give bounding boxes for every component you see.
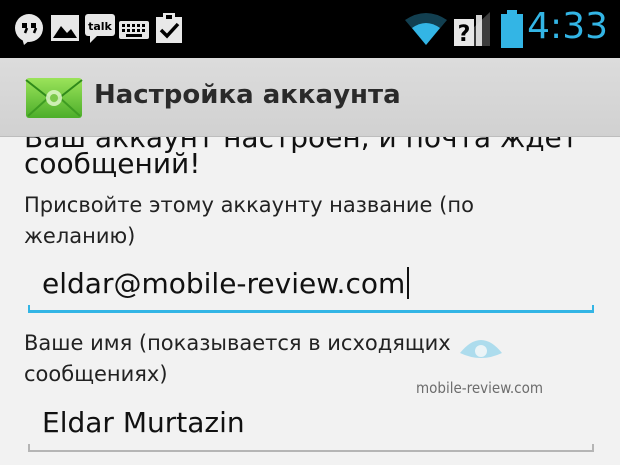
gallery-icon <box>51 15 79 41</box>
status-bar: talk ? 4:33 <box>0 0 620 58</box>
account-setup-form: Ваш аккаунт настроен, и почта ждет сообщ… <box>0 137 620 465</box>
text-cursor <box>407 267 410 299</box>
action-bar: Настройка аккаунта <box>0 58 620 137</box>
talk-label: talk <box>88 20 112 33</box>
watermark-logo-icon <box>460 340 502 358</box>
account-name-field[interactable]: eldar@mobile-review.com <box>28 265 594 313</box>
hangouts-icon <box>15 14 43 45</box>
your-name-underline <box>28 444 594 452</box>
page-title: Настройка аккаунта <box>94 80 401 110</box>
watermark-text: mobile-review.com <box>416 379 543 397</box>
status-clock: 4:33 <box>527 6 608 47</box>
clipboard-check-icon <box>156 13 182 43</box>
email-envelope-icon[interactable] <box>24 72 84 122</box>
keyboard-icon <box>119 21 149 39</box>
account-name-underline <box>28 305 594 313</box>
intro-text: сообщений! <box>24 147 201 180</box>
your-name-field[interactable]: Eldar Murtazin <box>28 404 594 452</box>
your-name-input[interactable]: Eldar Murtazin <box>42 406 245 439</box>
talk-icon: talk <box>85 14 115 43</box>
watermark: mobile-review.com <box>416 340 566 407</box>
account-name-input[interactable]: eldar@mobile-review.com <box>42 267 410 300</box>
battery-icon <box>501 10 523 48</box>
svg-text:?: ? <box>458 22 471 47</box>
no-sim-icon: ? <box>454 12 490 47</box>
wifi-icon <box>405 13 447 45</box>
account-name-label: Присвойте этому аккаунту название (по же… <box>24 193 474 248</box>
